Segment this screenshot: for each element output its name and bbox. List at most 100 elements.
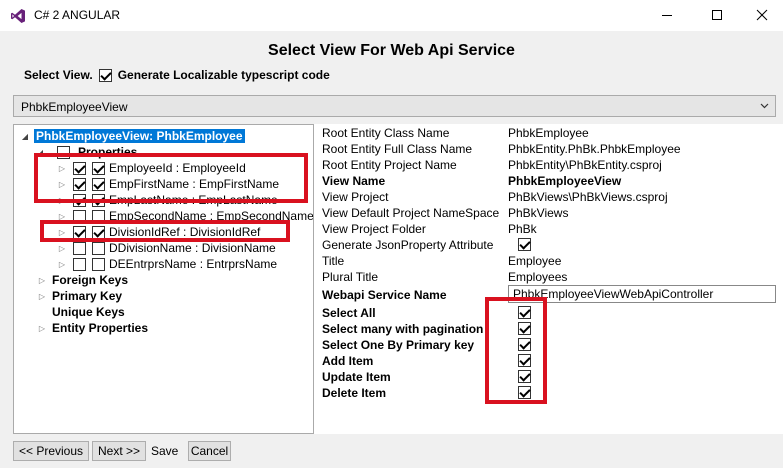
prop-value: PhBkViews — [508, 206, 569, 220]
delete-item-checkbox[interactable] — [518, 386, 531, 399]
property-checkbox[interactable] — [92, 209, 105, 223]
prop-label: View Default Project NameSpace — [322, 206, 500, 220]
tree-group-primary-key[interactable]: ▷ Primary Key — [37, 288, 122, 304]
property-checkbox[interactable] — [92, 177, 105, 191]
prop-row: Select All — [322, 305, 782, 321]
close-icon — [756, 9, 768, 21]
maximize-button[interactable] — [705, 4, 729, 26]
minimize-button[interactable] — [655, 4, 679, 26]
select-all-checkbox[interactable] — [518, 306, 531, 319]
prop-row: Root Entity Full Class Name PhbkEntity.P… — [322, 141, 782, 157]
select-view-label: Select View. — [24, 68, 93, 82]
prop-row: Root Entity Project Name PhbkEntity\PhBk… — [322, 157, 782, 173]
update-item-checkbox[interactable] — [518, 370, 531, 383]
tree-properties-node[interactable]: ◢ Properties — [35, 144, 137, 160]
close-button[interactable] — [750, 4, 774, 26]
properties-panel: Root Entity Class Name PhbkEmployee Root… — [314, 124, 783, 434]
prop-row: Webapi Service Name PhbkEmployeeViewWebA… — [322, 285, 782, 303]
prop-value: PhbkEmployeeView — [508, 174, 622, 188]
tree-property-item[interactable]: ▷ DivisionIdRef : DivisionIdRef — [57, 224, 260, 240]
prop-value: PhbkEmployee — [508, 126, 589, 140]
property-label: EmpFirstName : EmpFirstName — [109, 177, 280, 191]
tree-group-unique-keys[interactable]: Unique Keys — [37, 304, 125, 320]
property-label: DivisionIdRef : DivisionIdRef — [109, 225, 261, 239]
tree-property-item[interactable]: ▷ EmployeeId : EmployeeId — [57, 160, 246, 176]
generate-localizable-checkbox[interactable] — [98, 68, 112, 82]
property-label: DEEntrprsName : EntrprsName — [109, 257, 278, 271]
prop-value: PhBkViews\PhBkViews.csproj — [508, 190, 668, 204]
prop-row: View Project PhBkViews\PhBkViews.csproj — [322, 189, 782, 205]
collapsed-arrow-icon[interactable]: ▷ — [57, 212, 67, 221]
json-property-checkbox[interactable] — [518, 238, 531, 251]
save-button[interactable]: Save — [151, 444, 178, 458]
expanded-arrow-icon[interactable]: ◢ — [20, 132, 30, 141]
collapsed-arrow-icon[interactable]: ▷ — [37, 324, 47, 333]
prop-label: View Project Folder — [322, 222, 426, 236]
previous-button[interactable]: << Previous — [13, 441, 89, 461]
prop-label: Delete Item — [322, 386, 387, 400]
prop-row: Title Employee — [322, 253, 782, 269]
next-button[interactable]: Next >> — [92, 441, 146, 461]
prop-label: Generate JsonProperty Attribute — [322, 238, 494, 252]
property-checkbox[interactable] — [73, 177, 86, 191]
collapsed-arrow-icon[interactable]: ▷ — [57, 260, 67, 269]
tree-group-label: Foreign Keys — [52, 273, 129, 287]
property-checkbox[interactable] — [73, 193, 86, 207]
property-checkbox[interactable] — [92, 241, 105, 255]
property-checkbox[interactable] — [92, 161, 105, 175]
collapsed-arrow-icon[interactable]: ▷ — [37, 292, 47, 301]
collapsed-arrow-icon[interactable]: ▷ — [57, 196, 67, 205]
properties-label: Properties — [78, 145, 138, 159]
prop-row: Add Item — [322, 353, 782, 369]
property-checkbox[interactable] — [92, 225, 105, 239]
view-tree: ◢ PhbkEmployeeView: PhbkEmployee ◢ Prope… — [13, 124, 314, 434]
maximize-icon — [712, 10, 722, 20]
tree-property-item[interactable]: ▷ DDivisionName : DivisionName — [57, 240, 276, 256]
webapi-service-name-input[interactable]: PhbkEmployeeViewWebApiController — [508, 285, 776, 303]
tree-root-item[interactable]: ◢ PhbkEmployeeView: PhbkEmployee — [20, 128, 245, 144]
property-checkbox[interactable] — [73, 257, 86, 271]
cancel-button[interactable]: Cancel — [188, 441, 231, 461]
property-checkbox[interactable] — [92, 257, 105, 271]
prop-label: Root Entity Project Name — [322, 158, 457, 172]
prop-row: Root Entity Class Name PhbkEmployee — [322, 125, 782, 141]
view-select-dropdown[interactable]: PhbkEmployeeView — [13, 95, 776, 117]
prop-row: View Default Project NameSpace PhBkViews — [322, 205, 782, 221]
tree-group-entity-properties[interactable]: ▷ Entity Properties — [37, 320, 148, 336]
collapsed-arrow-icon[interactable]: ▷ — [57, 228, 67, 237]
property-checkbox[interactable] — [73, 225, 86, 239]
expanded-arrow-icon[interactable]: ◢ — [35, 148, 45, 157]
tree-group-foreign-keys[interactable]: ▷ Foreign Keys — [37, 272, 128, 288]
prop-label: View Project — [322, 190, 389, 204]
prop-label: Add Item — [322, 354, 374, 368]
add-item-checkbox[interactable] — [518, 354, 531, 367]
prop-label: Webapi Service Name — [322, 288, 447, 302]
property-checkbox[interactable] — [92, 193, 105, 207]
collapsed-arrow-icon[interactable]: ▷ — [37, 276, 47, 285]
property-checkbox[interactable] — [73, 241, 86, 255]
property-checkbox[interactable] — [73, 209, 86, 223]
previous-label: << Previous — [18, 444, 84, 458]
tree-property-item[interactable]: ▷ EmpLastName : EmpLastName — [57, 192, 278, 208]
chevron-down-icon — [760, 103, 769, 109]
footer-bar: << Previous Next >> Save Cancel — [0, 438, 783, 468]
select-many-checkbox[interactable] — [518, 322, 531, 335]
prop-row: Plural Title Employees — [322, 269, 782, 285]
prop-row: Select many with pagination — [322, 321, 782, 337]
collapsed-arrow-icon[interactable]: ▷ — [57, 244, 67, 253]
prop-label: Update Item — [322, 370, 391, 384]
properties-checkbox[interactable] — [57, 145, 70, 159]
tree-property-item[interactable]: ▷ EmpSecondName : EmpSecondName — [57, 208, 313, 224]
tree-property-item[interactable]: ▷ EmpFirstName : EmpFirstName — [57, 176, 279, 192]
visual-studio-logo-icon — [11, 9, 25, 23]
tree-group-label: Unique Keys — [52, 305, 125, 319]
generate-localizable-label: Generate Localizable typescript code — [117, 68, 330, 82]
prop-value: Employee — [508, 254, 562, 268]
select-one-checkbox[interactable] — [518, 338, 531, 351]
page-heading: Select View For Web Api Service — [268, 42, 515, 59]
tree-property-item[interactable]: ▷ DEEntrprsName : EntrprsName — [57, 256, 277, 272]
collapsed-arrow-icon[interactable]: ▷ — [57, 164, 67, 173]
collapsed-arrow-icon[interactable]: ▷ — [57, 180, 67, 189]
property-checkbox[interactable] — [73, 161, 86, 175]
property-label: EmployeeId : EmployeeId — [109, 161, 246, 175]
